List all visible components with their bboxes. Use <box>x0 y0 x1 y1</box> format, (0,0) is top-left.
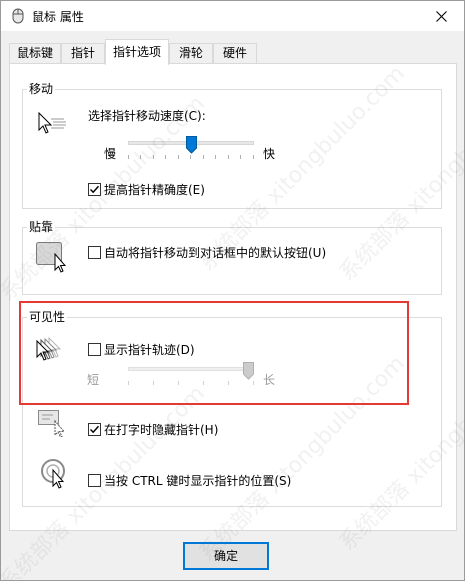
tab-pointers[interactable]: 指针 <box>61 43 105 64</box>
fast-label: 快 <box>263 147 276 161</box>
show-location-icon <box>41 459 65 489</box>
window-title: 鼠标 属性 <box>32 10 84 24</box>
hide-while-typing-icon <box>38 410 66 437</box>
speed-label: 选择指针移动速度(C): <box>88 109 206 123</box>
enhance-precision-label: 提高指针精确度(E) <box>104 183 205 197</box>
speed-tick <box>140 155 141 159</box>
enhance-precision-checkbox[interactable] <box>88 183 101 196</box>
snap-to-label: 自动将指针移动到对话框中的默认按钮(U) <box>104 246 327 260</box>
tab-buttons[interactable]: 鼠标键 <box>9 43 61 64</box>
highlight-box <box>19 301 409 405</box>
speed-tick <box>128 155 129 159</box>
mouse-properties-window: 鼠标 属性 鼠标键 指针 指针选项 滑轮 硬件 移动 选择指针移动速度(C): … <box>0 0 465 581</box>
tab-hardware[interactable]: 硬件 <box>213 43 257 64</box>
checkmark-icon <box>89 425 100 434</box>
show-location-label: 当按 CTRL 键时显示指针的位置(S) <box>104 474 292 488</box>
ok-button[interactable]: 确定 <box>183 542 269 570</box>
speed-tick <box>178 155 179 159</box>
speed-tick <box>240 155 241 159</box>
speed-tick <box>228 155 229 159</box>
speed-tick <box>153 155 154 159</box>
speed-slider-thumb[interactable] <box>185 136 197 154</box>
hide-while-typing-checkbox[interactable] <box>88 423 101 436</box>
snap-to-group: 贴靠 <box>22 219 442 295</box>
hide-while-typing-label: 在打字时隐藏指针(H) <box>104 423 219 437</box>
motion-group-title: 移动 <box>27 81 56 97</box>
close-icon <box>436 10 447 22</box>
snap-to-group-title: 贴靠 <box>27 219 56 235</box>
mouse-icon <box>12 8 24 24</box>
show-location-checkbox[interactable] <box>88 474 101 487</box>
close-button[interactable] <box>419 1 464 31</box>
slow-label: 慢 <box>104 147 117 161</box>
speed-tick <box>165 155 166 159</box>
title-bar: 鼠标 属性 <box>1 1 464 31</box>
speed-tick <box>190 155 191 159</box>
tab-wheel[interactable]: 滑轮 <box>169 43 213 64</box>
snap-to-icon <box>36 242 67 273</box>
speed-tick <box>215 155 216 159</box>
checkmark-icon <box>89 185 100 194</box>
pointer-speed-icon <box>38 111 66 134</box>
speed-tick <box>253 155 254 159</box>
speed-slider[interactable] <box>128 136 254 161</box>
snap-to-checkbox[interactable] <box>88 246 101 259</box>
tab-strip: 鼠标键 指针 指针选项 滑轮 硬件 <box>9 39 457 65</box>
speed-tick <box>203 155 204 159</box>
tab-pointer-options[interactable]: 指针选项 <box>105 39 169 65</box>
